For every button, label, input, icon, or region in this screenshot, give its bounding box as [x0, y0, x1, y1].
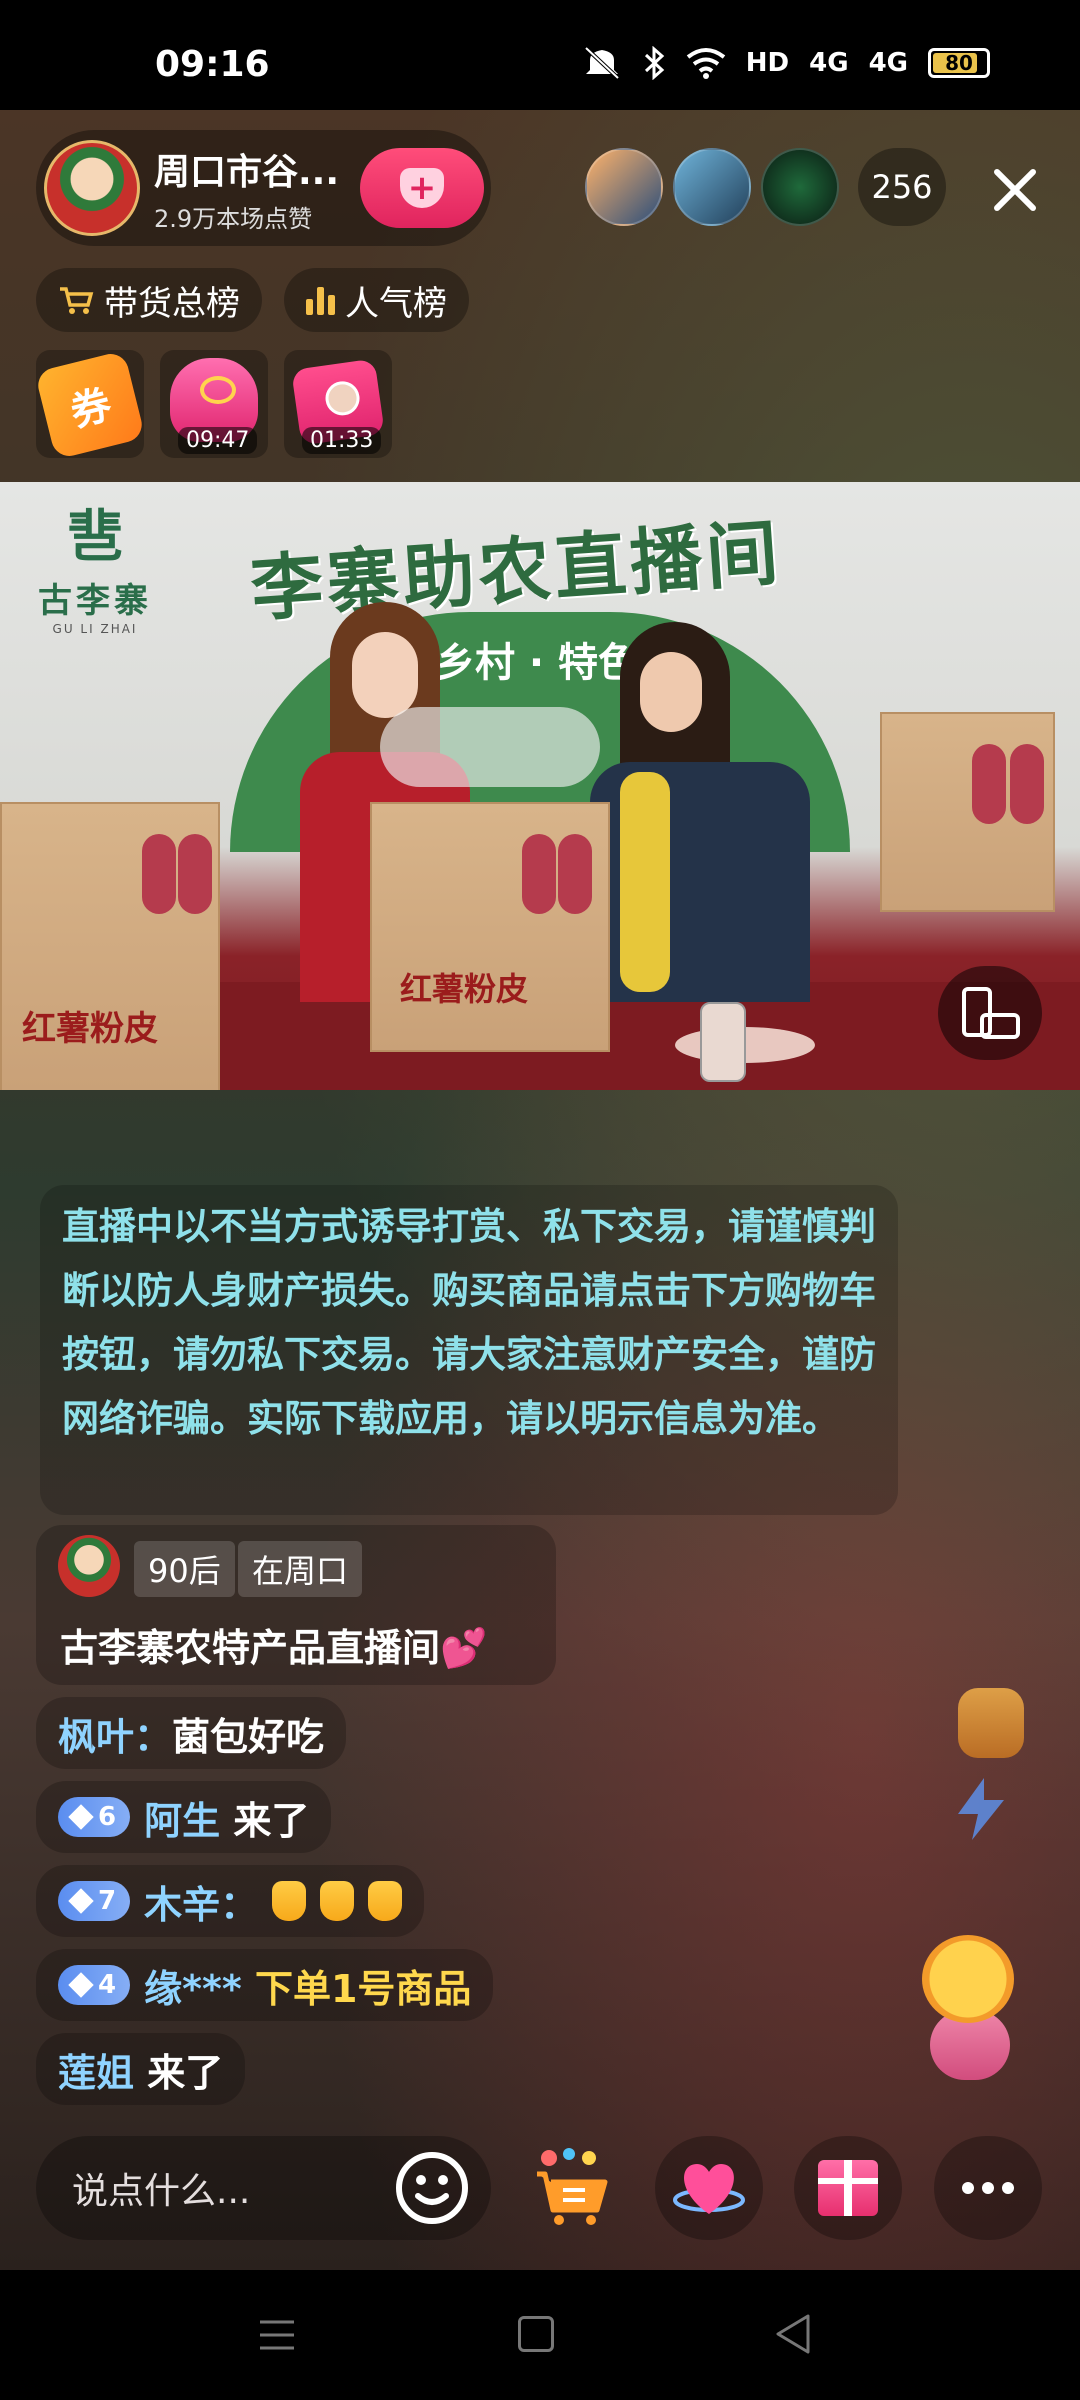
shopping-cart-button[interactable]: [518, 2136, 626, 2240]
emoji-button[interactable]: [378, 2136, 486, 2240]
viewer-count[interactable]: 256: [858, 148, 946, 226]
shopping-cart-icon: [537, 2148, 608, 2225]
product-box: 红薯粉皮: [370, 802, 610, 1052]
chat-text: 来了: [233, 1798, 310, 1843]
diamond-icon: [68, 1804, 94, 1830]
level-badge: 7: [58, 1881, 131, 1921]
popularity-rank-label: 人气榜: [345, 283, 447, 324]
viewer-avatars[interactable]: [585, 148, 839, 226]
assistant-person: [580, 622, 810, 1002]
menu-icon[interactable]: [258, 2318, 296, 2352]
viewer-avatar[interactable]: [761, 148, 839, 226]
emoji-icon: [396, 2152, 468, 2224]
gift-button[interactable]: [794, 2136, 902, 2240]
chat-username: 缘***: [144, 1966, 242, 2011]
bar-chart-icon: [306, 285, 335, 315]
product-box: [880, 712, 1055, 912]
like-button[interactable]: [655, 2136, 763, 2240]
more-button[interactable]: [934, 2136, 1042, 2240]
tag-age: 90后: [134, 1541, 235, 1597]
finger-heart-emoji: [320, 1881, 355, 1921]
rotate-screen-icon: [962, 987, 1020, 1039]
host-likes: 2.9万本场点赞: [154, 204, 313, 233]
coupon-button[interactable]: 券: [34, 350, 146, 460]
chat-text: 菌包好吃: [172, 1714, 325, 1759]
chat-username: 阿生: [144, 1798, 221, 1843]
chat-message[interactable]: 6 阿生 来了: [36, 1781, 332, 1853]
cart-icon: [60, 287, 94, 314]
more-dots-icon: [962, 2182, 1014, 2194]
signal-2: 4G: [868, 48, 908, 78]
follow-button[interactable]: +: [360, 148, 484, 228]
coupon-icon: 券: [34, 350, 146, 460]
lightning-icon: [958, 1778, 1004, 1840]
intro-text: 古李寨农特产品直播间💕: [60, 1626, 488, 1670]
diamond-icon: [68, 1888, 94, 1914]
chat-message[interactable]: 枫叶： 菌包好吃: [36, 1697, 347, 1769]
finger-heart-emoji: [368, 1881, 403, 1921]
live-video[interactable]: 䨽 古李寨 GU LI ZHAI 李寨助农直播间 美丽乡村 · 特色产 红薯粉皮…: [0, 482, 1080, 1090]
hd-indicator: HD: [745, 48, 790, 78]
level-badge: 4: [58, 1965, 131, 2005]
home-icon[interactable]: [518, 2316, 554, 2352]
intro-card[interactable]: 90后 在周口 古李寨农特产品直播间💕: [36, 1525, 556, 1685]
chat-text: 下单1号商品: [254, 1966, 472, 2011]
chat-username: 木辛：: [144, 1882, 259, 1927]
signal-1: 4G: [809, 48, 849, 78]
chat-message[interactable]: 4 缘*** 下单1号商品: [36, 1949, 494, 2021]
chat-message[interactable]: 莲姐 来了: [36, 2033, 246, 2105]
red-envelope-button[interactable]: 01:33: [284, 350, 392, 458]
product-box: 红薯粉皮: [0, 802, 220, 1090]
host-name: 周口市谷...: [154, 151, 340, 193]
heart-plus-icon: +: [400, 168, 444, 208]
safety-notice: 直播中以不当方式诱导打赏、私下交易，请谨慎判断以防人身财产损失。购买商品请点击下…: [40, 1185, 898, 1515]
battery-icon: 80: [928, 48, 990, 78]
lucky-bag-timer: 09:47: [178, 427, 258, 454]
tag-location: 在周口: [238, 1541, 363, 1597]
mute-icon: [584, 46, 620, 80]
sales-rank-button[interactable]: 带货总榜: [36, 268, 262, 332]
laughing-emoji-icon: [922, 1935, 1014, 2023]
gift-icon: [818, 2160, 878, 2216]
status-time: 09:16: [155, 44, 270, 85]
red-envelope-timer: 01:33: [302, 427, 382, 454]
host-avatar[interactable]: [44, 140, 140, 236]
level-badge: 6: [58, 1797, 131, 1837]
viewer-avatar[interactable]: [673, 148, 751, 226]
finger-heart-emoji: [272, 1881, 307, 1921]
viewer-avatar[interactable]: [585, 148, 663, 226]
status-bar: 09:16 HD 4G 4G 80: [0, 0, 1080, 110]
diamond-icon: [68, 1972, 94, 1998]
back-icon[interactable]: [772, 2312, 816, 2356]
chat-text: 来了: [147, 2050, 224, 2095]
heart-icon: [673, 2164, 745, 2214]
rotate-screen-button[interactable]: [938, 966, 1042, 1060]
status-icons: HD 4G 4G 80: [582, 46, 990, 80]
phone-on-table: [700, 1002, 746, 1082]
bubble-wrap: [380, 707, 600, 787]
lucky-bag-button[interactable]: 09:47: [160, 350, 268, 458]
chat-username: 枫叶：: [58, 1714, 173, 1759]
sales-rank-label: 带货总榜: [104, 283, 240, 324]
battery-level: 80: [945, 51, 973, 75]
popularity-rank-button[interactable]: 人气榜: [284, 268, 469, 332]
bluetooth-icon: [644, 46, 665, 80]
thumbs-up-icon: [958, 1688, 1024, 1758]
brand-logo: 䨽 古李寨 GU LI ZHAI: [38, 505, 152, 636]
host-avatar-small[interactable]: [58, 1535, 120, 1597]
chat-message[interactable]: 7 木辛：: [36, 1865, 425, 1937]
close-icon[interactable]: [985, 160, 1045, 220]
chat-username: 莲姐: [58, 2050, 135, 2095]
wifi-icon: [686, 48, 726, 79]
